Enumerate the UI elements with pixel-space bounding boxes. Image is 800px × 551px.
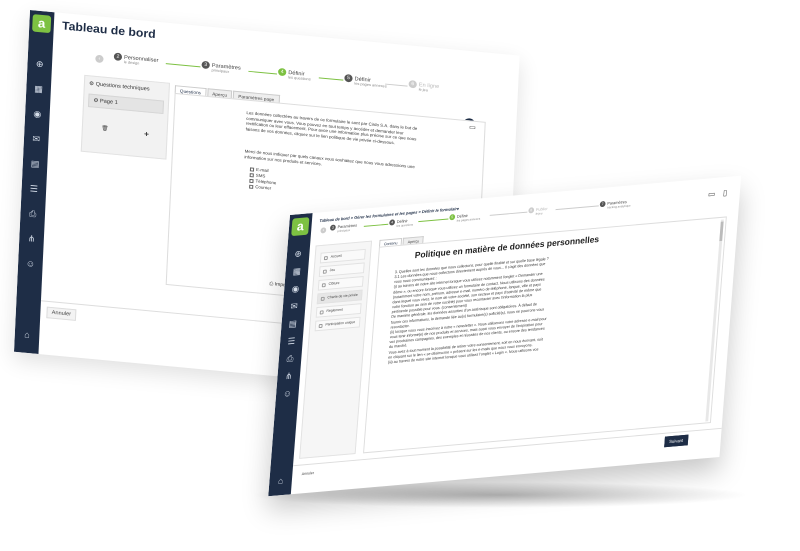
step-connector <box>418 218 449 223</box>
store-icon[interactable]: ⌂ <box>19 327 36 342</box>
document-area: Politique en matière de données personne… <box>363 216 727 454</box>
monitor-icon[interactable]: ▭ <box>469 123 476 131</box>
sidebar: a ⊕ ▦ ◉ ✉ ▤ ☰ ⎙ ⋔ ☺ ⌂ <box>13 10 55 355</box>
step-pages[interactable]: 5 Définir les pages annexes <box>449 212 481 223</box>
settings-icon[interactable]: ☰ <box>283 334 299 349</box>
add-page-icon[interactable]: + <box>144 130 149 139</box>
document-icon[interactable]: ▤ <box>285 316 301 331</box>
step-settings[interactable]: 3 Paramètres principaux <box>329 223 358 234</box>
user-icon[interactable]: ◉ <box>287 281 303 296</box>
step-connector <box>385 83 408 87</box>
logo: a <box>291 217 310 237</box>
step-questions[interactable]: 4 Définir les questions <box>389 218 414 229</box>
mail-icon[interactable]: ✉ <box>286 299 302 314</box>
mail-icon[interactable]: ✉ <box>28 131 45 146</box>
front-screen: a ⊕ ▦ ◉ ✉ ▤ ☰ ⎙ ⋔ ☺ ⌂ Tableau de bord > … <box>268 175 742 497</box>
step-customize[interactable]: 2 Personnaliser le design <box>113 52 159 68</box>
page-title: Tableau de bord <box>61 18 157 41</box>
channel-options: E-mail SMS Téléphone Courrier <box>249 166 277 192</box>
print-icon[interactable]: ⎙ <box>24 206 41 221</box>
document-body: 3. Quelles sont les données que nous col… <box>388 242 715 365</box>
questions-label: ⚙ Questions techniques <box>88 81 150 93</box>
page-item[interactable]: ⚙ Page 1 <box>87 93 165 115</box>
next-button[interactable]: Suivant <box>664 434 689 448</box>
stepper-prev[interactable]: ‹ <box>95 54 106 64</box>
delete-page-icon[interactable]: 🗑 <box>101 126 108 132</box>
add-icon[interactable]: ⊕ <box>31 56 48 71</box>
monitor-icon[interactable]: ▭ <box>708 189 716 198</box>
step-connector <box>318 77 344 81</box>
left-panel: ⚙ Questions techniques ⚙ Page 1 🗑 + <box>80 74 171 160</box>
step-settings[interactable]: 3 Paramètres principaux <box>201 60 241 75</box>
step-questions[interactable]: 4 Définir les questions <box>277 67 311 81</box>
scrollbar-thumb[interactable] <box>719 221 724 242</box>
print-icon[interactable]: ⎙ <box>282 351 298 366</box>
step-connector <box>489 211 528 216</box>
users-icon[interactable]: ☺ <box>279 386 295 401</box>
intro-text: Les données collectées au travers de ce … <box>245 110 418 145</box>
step-connector <box>363 223 389 227</box>
mobile-icon[interactable]: ▯ <box>723 188 728 197</box>
cancel-button[interactable]: Annuler <box>298 469 318 478</box>
step-tracking[interactable]: 7 Paramètres tracking analytique <box>599 199 631 210</box>
logo: a <box>32 14 52 34</box>
step-publish[interactable]: 6 Publier le jeu <box>528 206 548 216</box>
users-icon[interactable]: ☺ <box>22 256 39 271</box>
step-pages[interactable]: 5 Définir les pages annexes <box>344 74 387 89</box>
grid-icon[interactable]: ▦ <box>30 81 47 96</box>
settings-icon[interactable]: ☰ <box>25 181 42 196</box>
store-icon[interactable]: ⌂ <box>273 473 289 488</box>
user-icon[interactable]: ◉ <box>29 106 46 121</box>
cancel-button[interactable]: Annuler <box>46 306 77 321</box>
add-icon[interactable]: ⊕ <box>290 246 306 261</box>
document-icon[interactable]: ▤ <box>27 156 44 171</box>
share-icon[interactable]: ⋔ <box>281 369 297 384</box>
stepper-prev[interactable]: ‹ <box>320 227 328 234</box>
step-online[interactable]: 6 En ligne le jeu <box>408 79 439 93</box>
step-connector <box>555 205 599 211</box>
share-icon[interactable]: ⋔ <box>23 231 40 246</box>
grid-icon[interactable]: ▦ <box>289 264 305 279</box>
step-connector <box>248 70 277 75</box>
step-connector <box>165 63 201 68</box>
